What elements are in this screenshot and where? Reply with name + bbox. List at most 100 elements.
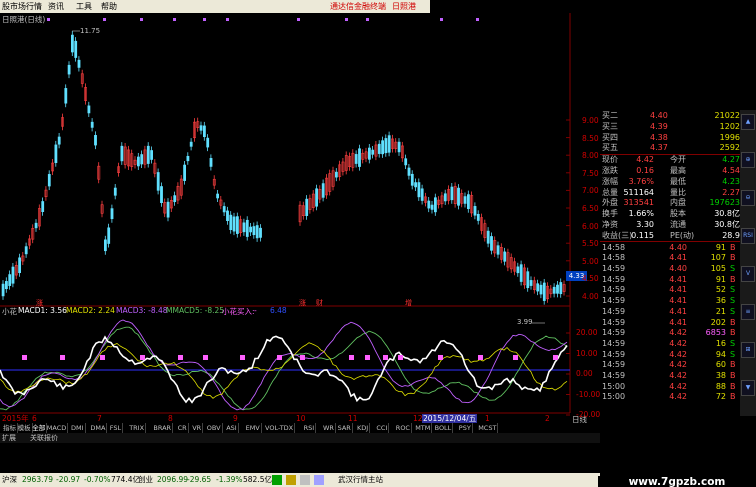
stat-value: 511164 xyxy=(623,187,654,197)
scroll-down-icon[interactable]: ▼ xyxy=(741,380,755,396)
tab-brar[interactable]: BRAR xyxy=(152,423,174,433)
alert-icon[interactable] xyxy=(286,475,296,485)
quote-panel: 买二 4.40 21022 买三 4.39 1202 买四 4.38 1996 买五 4.37 259… xyxy=(600,111,756,416)
tab-asi[interactable]: ASI xyxy=(225,423,239,433)
tab-指标[interactable]: 指标 xyxy=(2,423,18,433)
menu-item-market[interactable]: 股市场行情 xyxy=(2,0,42,13)
low-label: 3.99 xyxy=(517,318,533,326)
marker-zeng: 增 xyxy=(405,299,412,307)
tab-obv[interactable]: OBV xyxy=(206,423,223,433)
zoom-out-icon[interactable]: ⊖ xyxy=(741,190,755,206)
news-icon[interactable] xyxy=(300,475,310,485)
tab-trix[interactable]: TRIX xyxy=(128,423,147,433)
tab-cci[interactable]: CCI xyxy=(375,423,390,433)
date-label: 7 xyxy=(97,414,102,423)
server-site: 武汉行情主站 xyxy=(338,475,383,484)
menu-item-help[interactable]: 帮助 xyxy=(101,0,117,13)
bid-price: 4.39 xyxy=(650,121,668,131)
tab-macd[interactable]: MACD xyxy=(46,423,69,433)
macd-lines xyxy=(0,319,568,411)
tick-volume: 105 xyxy=(710,264,726,273)
tab-wr[interactable]: WR xyxy=(322,423,336,433)
sh-label: 沪深 xyxy=(2,475,17,484)
tab-dmi[interactable]: DMI xyxy=(70,423,86,433)
stat-value: 1.66% xyxy=(628,209,654,219)
list-icon[interactable]: ≡ xyxy=(741,304,755,320)
menu-bar: 股市场行情 资讯 工具 帮助 通达信金融终端 日照港 xyxy=(0,0,430,13)
tick-flag: B xyxy=(730,253,736,263)
tab-rsi[interactable]: RSI xyxy=(303,423,317,433)
tab-roc[interactable]: ROC xyxy=(395,423,412,433)
watermark: www.7gpzb.com xyxy=(598,476,756,487)
tick-volume: 36 xyxy=(715,296,726,306)
tick-flag: B xyxy=(730,381,736,391)
tab-fsl[interactable]: FSL xyxy=(109,423,124,433)
sh-value: 2963.79 xyxy=(22,475,54,484)
tick-flag: B xyxy=(730,317,736,327)
tab-boll[interactable]: BOLL xyxy=(434,423,454,433)
tab-vol-tdx[interactable]: VOL-TDX xyxy=(264,423,296,433)
macd-axis-label: -20.00 xyxy=(576,410,601,419)
tick-price: 4.42 xyxy=(669,392,687,402)
chart-canvas[interactable] xyxy=(0,13,600,423)
grid-icon[interactable]: ⊞ xyxy=(741,342,755,358)
tick-time: 15:00 xyxy=(602,381,626,391)
tab-mcst[interactable]: MCST xyxy=(477,423,499,433)
tick-row: 14:59 4.42 60 B xyxy=(600,360,740,371)
stat-label: 涨幅 xyxy=(602,176,618,186)
tick-flag: B xyxy=(730,328,736,338)
server-icon xyxy=(314,475,324,485)
tick-volume: 21 xyxy=(715,306,726,316)
volume-icon[interactable]: V xyxy=(741,266,755,282)
tab-extend[interactable]: 扩展 xyxy=(2,433,16,443)
tick-row: 14:59 4.40 105 S xyxy=(600,264,740,275)
promo-text[interactable]: 通达信金融终端 xyxy=(330,0,386,13)
tab-模板[interactable]: 模板 xyxy=(17,423,33,433)
date-label: 2015年 xyxy=(2,414,29,423)
tick-price: 4.41 xyxy=(669,285,687,295)
stat-row: 涨幅 3.76% 最低 4.23 xyxy=(600,177,740,188)
scroll-up-icon[interactable]: ▲ xyxy=(741,114,755,130)
sh-amount: 774.4亿 xyxy=(111,475,140,484)
tab-related-quote[interactable]: 关联报价 xyxy=(30,433,58,443)
bid-volume: 2592 xyxy=(719,143,740,153)
tick-volume: 16 xyxy=(715,338,726,348)
tick-time: 14:59 xyxy=(602,285,626,295)
stat-label: 总量 xyxy=(602,187,618,197)
stat-value: 3.76% xyxy=(628,176,654,186)
tab-sar[interactable]: SAR xyxy=(337,423,353,433)
rsi-icon[interactable]: RSI xyxy=(741,228,755,244)
tick-volume: 38 xyxy=(715,371,726,380)
zoom-in-icon[interactable]: ⊕ xyxy=(741,152,755,168)
date-label: 8 xyxy=(168,414,173,423)
tick-volume: 91 xyxy=(715,274,726,284)
tab-mtm[interactable]: MTM xyxy=(414,423,433,433)
stat-value: 313541 xyxy=(623,198,654,208)
bid-row: 买四 4.38 1996 xyxy=(600,133,740,144)
stat-label: 股本 xyxy=(670,209,686,219)
price-axis-label: 8.00 xyxy=(582,151,599,161)
tab-全部[interactable]: 全部 xyxy=(31,423,48,433)
stat-label: 最低 xyxy=(670,176,686,186)
bid-label: 买二 xyxy=(602,111,618,120)
tick-row: 14:58 4.40 91 B xyxy=(600,243,740,254)
bid-volume: 21022 xyxy=(714,111,740,120)
tab-dma[interactable]: DMA xyxy=(89,423,108,433)
tab-vr[interactable]: VR xyxy=(191,423,204,433)
tab-psy[interactable]: PSY xyxy=(458,423,473,433)
price-axis-label: 9.00 xyxy=(582,116,599,125)
right-toolbar: ▲ ⊕ ⊖ RSI V ≡ ⊞ ▼ xyxy=(740,110,756,416)
menu-item-tools[interactable]: 工具 xyxy=(76,0,92,13)
menu-item-news[interactable]: 资讯 xyxy=(48,0,64,13)
tab-emv[interactable]: EMV xyxy=(245,423,262,433)
tick-flag: B xyxy=(730,274,736,284)
stat-row: 外盘 313541 内盘 197623 xyxy=(600,198,740,209)
tab-cr[interactable]: CR xyxy=(177,423,189,433)
divider xyxy=(600,241,740,242)
tab-kdj[interactable]: KDJ xyxy=(356,423,371,433)
tick-flag: S xyxy=(730,296,736,306)
tick-row: 14:59 4.41 202 B xyxy=(600,318,740,329)
cy-amount: 582.5亿 xyxy=(243,475,272,484)
tick-time: 14:59 xyxy=(602,264,626,273)
stat-row: 换手 1.66% 股本 30.8亿 xyxy=(600,209,740,220)
